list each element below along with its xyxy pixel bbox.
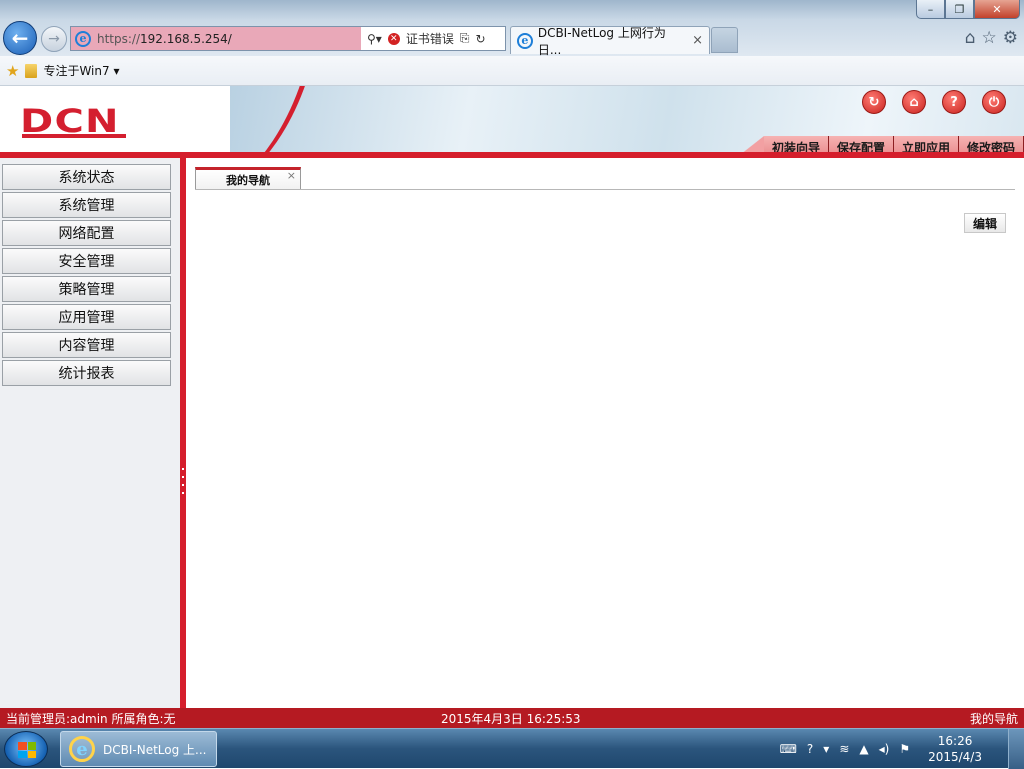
- favorites-star-icon[interactable]: ☆: [982, 28, 997, 48]
- cert-error-label[interactable]: 证书错误: [406, 30, 454, 47]
- close-window-button[interactable]: ✕: [974, 0, 1020, 19]
- folder-icon: [25, 63, 38, 78]
- refresh-page-icon[interactable]: ↻: [475, 32, 485, 46]
- sidebar-item-network-config[interactable]: 网络配置: [2, 220, 171, 246]
- taskbar-item-browser[interactable]: e DCBI-NetLog 上...: [60, 731, 217, 767]
- status-bar: 当前管理员:admin 所属角色:无 2015年4月3日 16:25:53 我的…: [0, 708, 1024, 728]
- back-button[interactable]: ←: [3, 21, 37, 55]
- tab-my-navigation[interactable]: 我的导航 ×: [195, 167, 301, 190]
- windows-taskbar: e DCBI-NetLog 上... ⌨ ? ▾ ≋ ▲ ◂) ⚑ 16:26 …: [0, 728, 1024, 769]
- address-tools: ⚲▾ ✕ 证书错误 ⎘ ↻: [361, 30, 486, 47]
- favorites-item[interactable]: 专注于Win7 ▾: [43, 62, 119, 79]
- home-icon[interactable]: ⌂: [902, 90, 926, 114]
- wifi-icon[interactable]: ≋: [839, 742, 849, 756]
- sidebar: 系统状态 系统管理 网络配置 安全管理 策略管理 应用管理 内容管理 统计报表: [0, 158, 180, 708]
- flag-tray-icon[interactable]: ⚑: [899, 742, 910, 756]
- network-status-icon[interactable]: ▾: [823, 742, 829, 756]
- sidebar-item-statistics-reports[interactable]: 统计报表: [2, 360, 171, 386]
- browser-toolbar: – ❐ ✕ ← → e https://192.168.5.254/ ⚲▾ ✕ …: [0, 0, 1024, 57]
- main-content: 我的导航 × 编辑: [186, 158, 1024, 708]
- help-tray-icon[interactable]: ?: [807, 742, 813, 756]
- forward-button[interactable]: →: [41, 26, 67, 52]
- tab-close-icon[interactable]: ×: [692, 33, 703, 48]
- compat-view-icon[interactable]: ⎘: [460, 31, 470, 46]
- tab-close-icon[interactable]: ×: [287, 169, 296, 182]
- settings-gear-icon[interactable]: ⚙: [1003, 28, 1018, 48]
- address-url[interactable]: https://192.168.5.254/: [97, 32, 232, 46]
- clock-time: 16:26: [937, 734, 973, 748]
- sidebar-item-system-status[interactable]: 系统状态: [2, 164, 171, 190]
- sidebar-item-policy-management[interactable]: 策略管理: [2, 276, 171, 302]
- restore-button[interactable]: ❐: [945, 0, 974, 19]
- sidebar-item-content-management[interactable]: 内容管理: [2, 332, 171, 358]
- tab-label: 我的导航: [226, 174, 270, 187]
- system-tray: ⌨ ? ▾ ≋ ▲ ◂) ⚑ 16:26 2015/4/3: [780, 733, 982, 765]
- sidebar-item-app-management[interactable]: 应用管理: [2, 304, 171, 330]
- tab-divider: [195, 189, 1015, 190]
- add-favorite-icon[interactable]: ★: [6, 62, 19, 80]
- tray-clock[interactable]: 16:26 2015/4/3: [928, 733, 982, 765]
- arrow-right-icon: →: [48, 31, 60, 47]
- status-datetime: 2015年4月3日 16:25:53: [441, 711, 581, 726]
- show-desktop-button[interactable]: [1008, 729, 1024, 769]
- home-page-icon[interactable]: ⌂: [965, 28, 976, 48]
- browser-right-icons: ⌂ ☆ ⚙: [965, 28, 1018, 48]
- url-host: 192.168.5.254/: [140, 31, 232, 46]
- browser-tab-active[interactable]: e DCBI-NetLog 上网行为日... ×: [510, 26, 710, 57]
- ie-page-icon: e: [75, 30, 91, 47]
- ie-taskbar-icon: e: [69, 736, 95, 762]
- help-icon[interactable]: ?: [942, 90, 966, 114]
- windows-logo-icon: [18, 742, 36, 758]
- browser-tab-title: DCBI-NetLog 上网行为日...: [537, 25, 666, 57]
- minimize-button[interactable]: –: [916, 0, 945, 19]
- search-icon[interactable]: ⚲▾: [367, 32, 382, 46]
- refresh-icon[interactable]: ↻: [862, 90, 886, 114]
- volume-icon[interactable]: ◂): [879, 742, 890, 756]
- cert-error-icon[interactable]: ✕: [387, 32, 400, 45]
- new-tab-button[interactable]: [711, 27, 738, 53]
- window-controls: – ❐ ✕: [916, 0, 1020, 20]
- ie-tab-icon: e: [517, 32, 533, 49]
- logout-icon[interactable]: ⏻: [982, 90, 1006, 114]
- admin-info: 当前管理员:admin 所属角色:无: [6, 711, 176, 726]
- address-bar[interactable]: e https://192.168.5.254/ ⚲▾ ✕ 证书错误 ⎘ ↻: [70, 26, 506, 51]
- breadcrumb: 我的导航: [969, 711, 1018, 726]
- arrow-left-icon: ←: [11, 26, 29, 50]
- splitter-grip[interactable]: [182, 468, 184, 498]
- sidebar-item-system-management[interactable]: 系统管理: [2, 192, 171, 218]
- sidebar-item-security-management[interactable]: 安全管理: [2, 248, 171, 274]
- clock-date: 2015/4/3: [928, 750, 982, 764]
- page-header: DCN ↻ ⌂ ? ⏻ 初装向导 保存配置 立即应用 修改密码: [0, 86, 1024, 158]
- taskbar-item-label: DCBI-NetLog 上...: [103, 742, 207, 757]
- url-prefix: https://: [97, 31, 141, 46]
- address-url-area[interactable]: e https://192.168.5.254/: [71, 27, 361, 50]
- edit-button[interactable]: 编辑: [964, 213, 1006, 233]
- show-hidden-icons[interactable]: ▲: [859, 742, 868, 756]
- favorites-bar: ★ 专注于Win7 ▾: [0, 56, 1024, 86]
- start-button[interactable]: [4, 731, 48, 767]
- keyboard-icon[interactable]: ⌨: [780, 742, 797, 756]
- logo-underline: [22, 134, 126, 138]
